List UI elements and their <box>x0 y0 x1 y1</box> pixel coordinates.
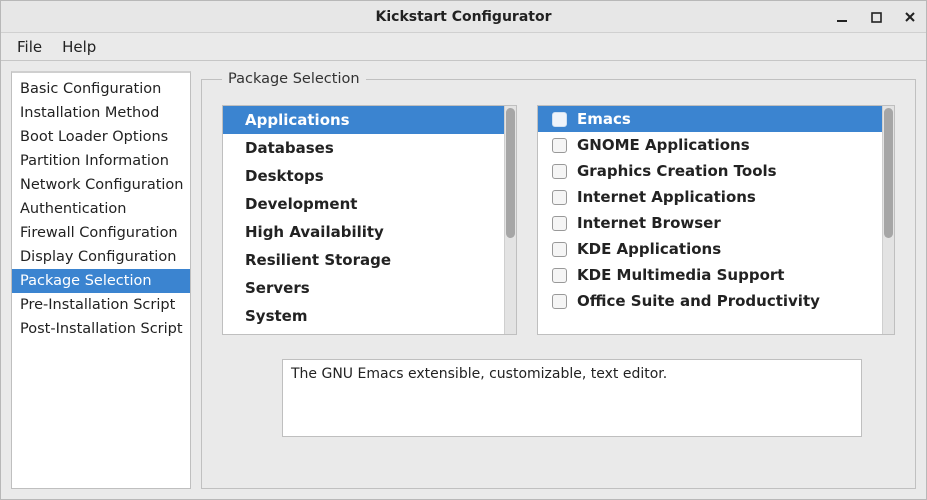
package-item-office-suite[interactable]: Office Suite and Productivity <box>538 288 882 314</box>
package-item-label: Office Suite and Productivity <box>577 292 820 310</box>
minimize-button[interactable] <box>834 9 850 25</box>
category-item-high-availability[interactable]: High Availability <box>223 218 504 246</box>
package-list-inner: Emacs GNOME Applications Graphics Creati… <box>538 106 882 334</box>
package-description: The GNU Emacs extensible, customizable, … <box>282 359 862 437</box>
sidebar-item-installation-method[interactable]: Installation Method <box>12 101 190 125</box>
menu-help[interactable]: Help <box>52 35 106 59</box>
package-item-gnome-applications[interactable]: GNOME Applications <box>538 132 882 158</box>
package-item-kde-applications[interactable]: KDE Applications <box>538 236 882 262</box>
window-title: Kickstart Configurator <box>376 9 552 25</box>
maximize-button[interactable] <box>868 9 884 25</box>
checkbox-icon[interactable] <box>552 216 567 231</box>
sidebar-item-authentication[interactable]: Authentication <box>12 197 190 221</box>
menu-file[interactable]: File <box>7 35 52 59</box>
main-panel: Package Selection Applications Databases… <box>201 71 916 489</box>
lists-row: Applications Databases Desktops Developm… <box>222 105 895 335</box>
package-item-label: Graphics Creation Tools <box>577 162 777 180</box>
sidebar: Basic Configuration Installation Method … <box>11 71 191 489</box>
package-item-label: GNOME Applications <box>577 136 750 154</box>
package-item-emacs[interactable]: Emacs <box>538 106 882 132</box>
category-list-inner: Applications Databases Desktops Developm… <box>223 106 504 334</box>
category-item-applications[interactable]: Applications <box>223 106 504 134</box>
package-item-label: Internet Browser <box>577 214 721 232</box>
package-item-label: KDE Multimedia Support <box>577 266 784 284</box>
checkbox-icon[interactable] <box>552 268 567 283</box>
sidebar-item-display-configuration[interactable]: Display Configuration <box>12 245 190 269</box>
sidebar-item-basic-configuration[interactable]: Basic Configuration <box>12 77 190 101</box>
package-list[interactable]: Emacs GNOME Applications Graphics Creati… <box>537 105 895 335</box>
close-button[interactable] <box>902 9 918 25</box>
checkbox-icon[interactable] <box>552 112 567 127</box>
sidebar-item-firewall-configuration[interactable]: Firewall Configuration <box>12 221 190 245</box>
checkbox-icon[interactable] <box>552 138 567 153</box>
package-item-label: KDE Applications <box>577 240 721 258</box>
category-item-desktops[interactable]: Desktops <box>223 162 504 190</box>
content-area: Basic Configuration Installation Method … <box>1 61 926 499</box>
sidebar-item-partition-information[interactable]: Partition Information <box>12 149 190 173</box>
titlebar: Kickstart Configurator <box>1 1 926 33</box>
package-scrollbar[interactable] <box>882 106 894 334</box>
category-scrollbar[interactable] <box>504 106 516 334</box>
sidebar-item-package-selection[interactable]: Package Selection <box>12 269 190 293</box>
package-item-internet-browser[interactable]: Internet Browser <box>538 210 882 236</box>
package-item-graphics-creation-tools[interactable]: Graphics Creation Tools <box>538 158 882 184</box>
sidebar-item-pre-installation-script[interactable]: Pre-Installation Script <box>12 293 190 317</box>
package-item-label: Emacs <box>577 110 631 128</box>
category-item-system[interactable]: System <box>223 302 504 330</box>
sidebar-item-boot-loader-options[interactable]: Boot Loader Options <box>12 125 190 149</box>
sidebar-item-network-configuration[interactable]: Network Configuration <box>12 173 190 197</box>
checkbox-icon[interactable] <box>552 164 567 179</box>
checkbox-icon[interactable] <box>552 294 567 309</box>
category-item-development[interactable]: Development <box>223 190 504 218</box>
group-legend: Package Selection <box>222 71 366 87</box>
category-item-databases[interactable]: Databases <box>223 134 504 162</box>
app-window: Kickstart Configurator File Help Basic C… <box>0 0 927 500</box>
package-item-internet-applications[interactable]: Internet Applications <box>538 184 882 210</box>
menubar: File Help <box>1 33 926 61</box>
sidebar-item-post-installation-script[interactable]: Post-Installation Script <box>12 317 190 341</box>
checkbox-icon[interactable] <box>552 190 567 205</box>
category-item-servers[interactable]: Servers <box>223 274 504 302</box>
category-item-resilient-storage[interactable]: Resilient Storage <box>223 246 504 274</box>
package-selection-group: Package Selection Applications Databases… <box>201 71 916 489</box>
window-controls <box>834 1 918 33</box>
package-item-label: Internet Applications <box>577 188 756 206</box>
category-list[interactable]: Applications Databases Desktops Developm… <box>222 105 517 335</box>
checkbox-icon[interactable] <box>552 242 567 257</box>
package-item-kde-multimedia-support[interactable]: KDE Multimedia Support <box>538 262 882 288</box>
